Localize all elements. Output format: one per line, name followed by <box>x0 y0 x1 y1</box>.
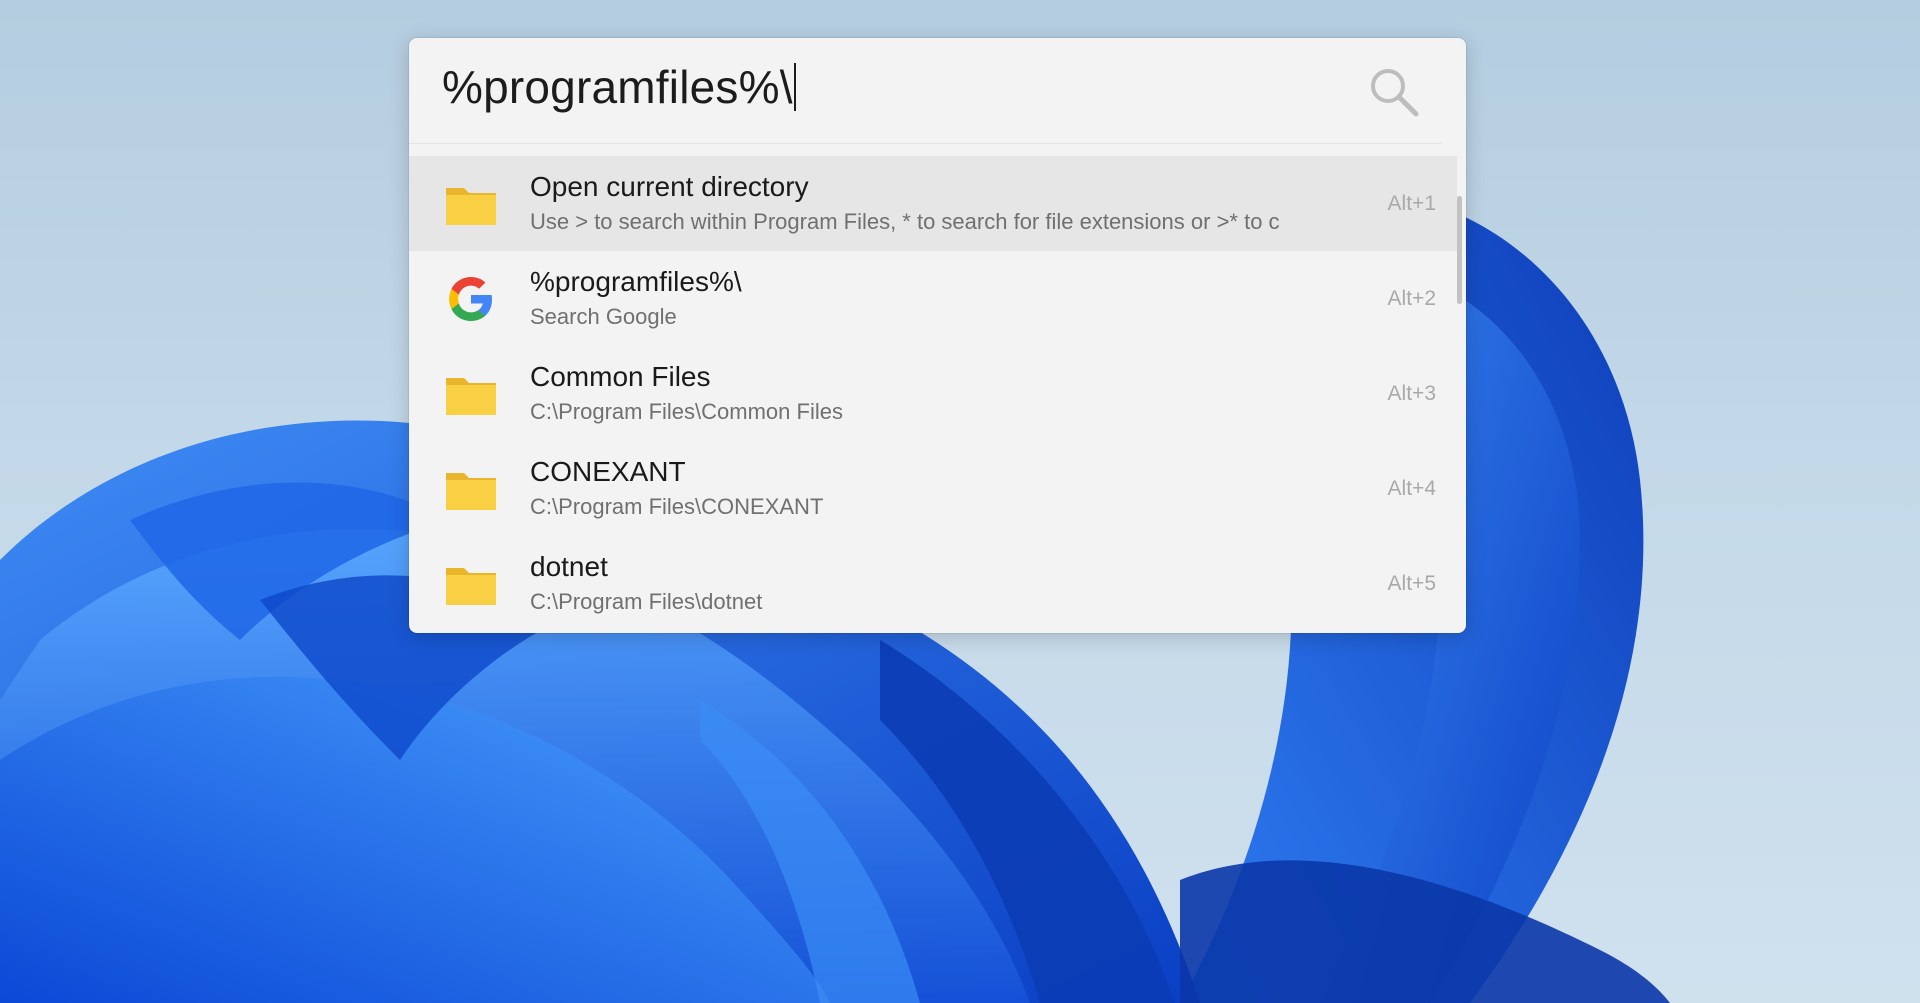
result-row-conexant[interactable]: CONEXANT C:\Program Files\CONEXANT Alt+4 <box>409 441 1457 536</box>
result-title: Open current directory <box>530 171 809 202</box>
result-subtitle: C:\Program Files\Common Files <box>530 399 843 424</box>
query-bar[interactable]: %programfiles%\ <box>409 38 1442 144</box>
result-title: Common Files <box>530 361 711 392</box>
result-title: %programfiles%\ <box>530 266 742 297</box>
result-subtitle: C:\Program Files\dotnet <box>530 589 763 614</box>
result-hotkey: Alt+5 <box>1387 572 1436 595</box>
result-hotkey: Alt+1 <box>1387 192 1436 215</box>
result-row-open-current-directory[interactable]: Open current directory Use > to search w… <box>409 156 1457 251</box>
folder-icon <box>446 473 496 510</box>
result-row-common-files[interactable]: Common Files C:\Program Files\Common Fil… <box>409 346 1457 441</box>
result-row-search-google[interactable]: %programfiles%\ Search Google Alt+2 <box>409 251 1457 346</box>
launcher-window: %programfiles%\ Open current directory U… <box>409 38 1466 633</box>
result-hotkey: Alt+3 <box>1387 382 1436 405</box>
folder-icon <box>446 568 496 605</box>
result-row-dotnet[interactable]: dotnet C:\Program Files\dotnet Alt+5 <box>409 536 1457 631</box>
text-caret <box>793 63 796 111</box>
query-input[interactable]: %programfiles%\ <box>442 60 796 114</box>
scrollbar-thumb[interactable] <box>1457 196 1462 304</box>
search-icon[interactable] <box>1366 64 1422 120</box>
results-scrollbar[interactable] <box>1457 156 1462 633</box>
google-icon <box>449 277 492 321</box>
result-subtitle: Search Google <box>530 304 677 329</box>
result-title: CONEXANT <box>530 456 686 487</box>
folder-icon <box>446 188 496 225</box>
results-list: Open current directory Use > to search w… <box>409 156 1466 633</box>
result-hotkey: Alt+2 <box>1387 287 1436 310</box>
result-subtitle: C:\Program Files\CONEXANT <box>530 494 824 519</box>
folder-icon <box>446 378 496 415</box>
result-title: dotnet <box>530 551 608 582</box>
query-text: %programfiles%\ <box>442 61 793 113</box>
desktop-background: %programfiles%\ Open current directory U… <box>0 0 1920 1003</box>
result-hotkey: Alt+4 <box>1387 477 1436 500</box>
result-subtitle: Use > to search within Program Files, * … <box>530 209 1280 234</box>
